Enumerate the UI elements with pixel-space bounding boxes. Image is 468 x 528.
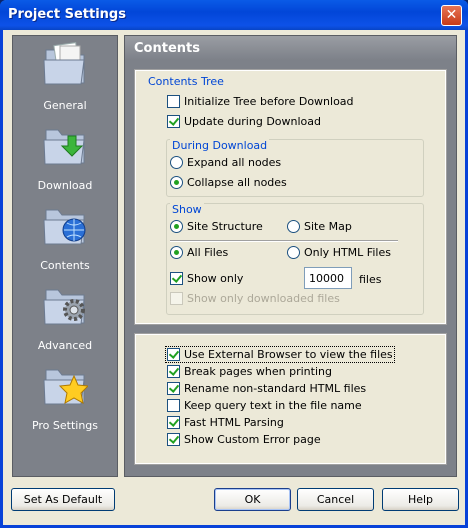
title-bar: Project Settings ✕ xyxy=(0,0,468,30)
checkbox-label: Rename non-standard HTML files xyxy=(184,382,367,395)
sidebar-item-label: Download xyxy=(37,179,93,192)
checkbox-box[interactable] xyxy=(167,433,180,446)
cancel-button[interactable]: Cancel xyxy=(297,488,374,511)
download-folder-icon xyxy=(43,129,85,165)
window-title: Project Settings xyxy=(8,7,126,22)
show-only-count-input[interactable] xyxy=(304,267,352,289)
radio-label: Site Structure xyxy=(187,220,263,233)
show-only-checkbox[interactable]: Show only xyxy=(170,272,243,285)
collapse-all-nodes-radio[interactable]: Collapse all nodes xyxy=(170,176,287,189)
radio-label: Site Map xyxy=(304,220,352,233)
option-break-pages[interactable]: Break pages when printing xyxy=(167,365,332,378)
checkbox-box[interactable] xyxy=(167,95,180,108)
sidebar-item-label: General xyxy=(43,99,87,112)
only-html-files-radio[interactable]: Only HTML Files xyxy=(287,246,391,259)
checkbox-box[interactable] xyxy=(167,399,180,412)
advanced-folder-icon xyxy=(43,289,85,325)
radio-label: Expand all nodes xyxy=(187,156,282,169)
option-custom-error[interactable]: Show Custom Error page xyxy=(167,433,321,446)
pro-settings-folder-icon xyxy=(43,369,88,405)
option-keep-query[interactable]: Keep query text in the file name xyxy=(167,399,362,412)
option-fast-parsing[interactable]: Fast HTML Parsing xyxy=(167,416,284,429)
expand-all-nodes-radio[interactable]: Expand all nodes xyxy=(170,156,281,169)
close-button[interactable]: ✕ xyxy=(441,5,462,26)
checkbox-label: Show Custom Error page xyxy=(184,433,321,446)
option-external-browser[interactable]: Use External Browser to view the files xyxy=(165,346,395,363)
radio-circle[interactable] xyxy=(170,220,183,233)
set-as-default-button[interactable]: Set As Default xyxy=(11,488,115,511)
site-structure-radio[interactable]: Site Structure xyxy=(170,220,263,233)
show-only-downloaded-checkbox[interactable]: Show only downloaded files xyxy=(170,292,340,305)
checkbox-box[interactable] xyxy=(170,272,183,285)
option-rename-html[interactable]: Rename non-standard HTML files xyxy=(167,382,366,395)
initialize-tree-checkbox[interactable]: Initialize Tree before Download xyxy=(167,95,354,108)
sidebar-item-label: Contents xyxy=(40,259,90,272)
radio-label: Only HTML Files xyxy=(304,246,391,259)
radio-circle[interactable] xyxy=(170,156,183,169)
checkbox-box[interactable] xyxy=(167,382,180,395)
radio-label: All Files xyxy=(187,246,229,259)
site-map-radio[interactable]: Site Map xyxy=(287,220,352,233)
radio-label: Collapse all nodes xyxy=(187,176,287,189)
show-group: Show Site Structure Site Map All Files O… xyxy=(166,203,424,315)
contents-folder-icon xyxy=(43,209,86,245)
ok-button[interactable]: OK xyxy=(214,488,291,511)
radio-circle[interactable] xyxy=(170,246,183,259)
group-title: Show xyxy=(170,203,204,216)
checkbox-box[interactable] xyxy=(170,292,183,305)
update-during-download-checkbox[interactable]: Update during Download xyxy=(167,115,321,128)
sidebar-item-contents[interactable]: Contents xyxy=(13,200,117,272)
checkbox-label: Show only xyxy=(187,272,244,285)
sidebar-item-general[interactable]: General xyxy=(13,40,117,112)
general-folder-icon xyxy=(43,42,85,85)
checkbox-box[interactable] xyxy=(167,348,180,361)
contents-page: Contents Contents Tree Initialize Tree b… xyxy=(124,35,457,477)
page-title: Contents xyxy=(125,36,456,60)
checkbox-label: Keep query text in the file name xyxy=(184,399,362,412)
sidebar-item-label: Pro Settings xyxy=(31,419,99,432)
separator xyxy=(170,240,398,242)
files-suffix-label: files xyxy=(359,273,382,286)
checkbox-label: Update during Download xyxy=(184,115,321,128)
sidebar-item-pro-settings[interactable]: Pro Settings xyxy=(13,360,117,432)
checkbox-box[interactable] xyxy=(167,365,180,378)
all-files-radio[interactable]: All Files xyxy=(170,246,228,259)
checkbox-box[interactable] xyxy=(167,115,180,128)
sidebar-item-download[interactable]: Download xyxy=(13,120,117,192)
sidebar: General Download Contents Advanced Pro S… xyxy=(12,35,118,477)
sidebar-item-label: Advanced xyxy=(37,339,93,352)
checkbox-label: Break pages when printing xyxy=(184,365,332,378)
checkbox-label: Use External Browser to view the files xyxy=(184,348,393,361)
group-title: During Download xyxy=(170,139,270,152)
project-settings-window: Project Settings ✕ General Download Cont… xyxy=(0,0,468,528)
checkbox-label: Initialize Tree before Download xyxy=(184,95,354,108)
radio-circle[interactable] xyxy=(287,220,300,233)
during-download-group: During Download Expand all nodes Collaps… xyxy=(166,139,424,197)
options-panel: Use External Browser to view the files B… xyxy=(134,333,447,465)
checkbox-label: Fast HTML Parsing xyxy=(184,416,284,429)
checkbox-label: Show only downloaded files xyxy=(187,292,340,305)
checkbox-box[interactable] xyxy=(167,416,180,429)
help-button[interactable]: Help xyxy=(382,488,459,511)
contents-tree-panel: Contents Tree Initialize Tree before Dow… xyxy=(134,69,447,325)
radio-circle[interactable] xyxy=(287,246,300,259)
sidebar-item-advanced[interactable]: Advanced xyxy=(13,280,117,352)
radio-circle[interactable] xyxy=(170,176,183,189)
contents-tree-title: Contents Tree xyxy=(148,75,224,88)
